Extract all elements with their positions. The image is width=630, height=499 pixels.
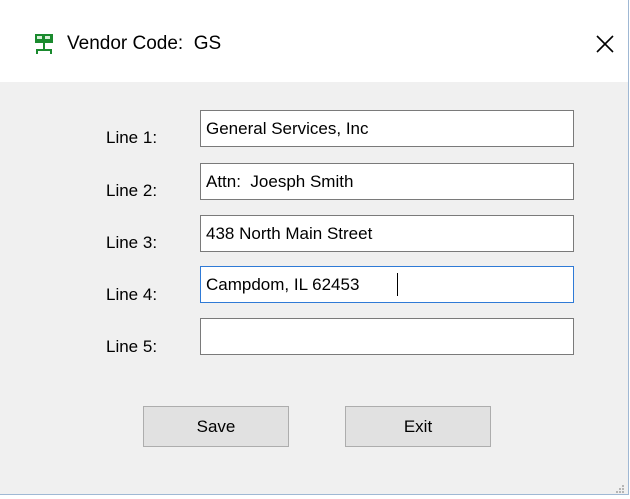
line-5-field[interactable]: [200, 318, 574, 355]
text-caret: [397, 273, 398, 296]
line-4-label: Line 4:: [106, 285, 158, 304]
line-5-label: Line 5:: [106, 337, 158, 356]
line-4-field[interactable]: [200, 266, 574, 303]
line-2-label: Line 2:: [106, 181, 158, 200]
vendor-code-dialog: Vendor Code: GS Line 1: Line 2: Line 3: …: [0, 0, 629, 495]
dialog-body: Line 1: Line 2: Line 3: Line 4: Line 5: …: [0, 82, 628, 494]
exit-button[interactable]: Exit: [345, 406, 491, 447]
save-button[interactable]: Save: [143, 406, 289, 447]
resize-grip-icon[interactable]: [615, 481, 625, 493]
close-button[interactable]: [586, 26, 622, 62]
window-title: Vendor Code: GS: [67, 33, 222, 54]
close-icon: [596, 35, 614, 53]
line-2-field[interactable]: [200, 163, 574, 200]
title-bar[interactable]: Vendor Code: GS: [0, 0, 628, 82]
line-3-field[interactable]: [200, 215, 574, 252]
line-3-label: Line 3:: [106, 233, 158, 252]
network-computer-icon: [33, 33, 55, 55]
line-1-label: Line 1:: [106, 128, 158, 147]
line-1-field[interactable]: [200, 110, 574, 147]
